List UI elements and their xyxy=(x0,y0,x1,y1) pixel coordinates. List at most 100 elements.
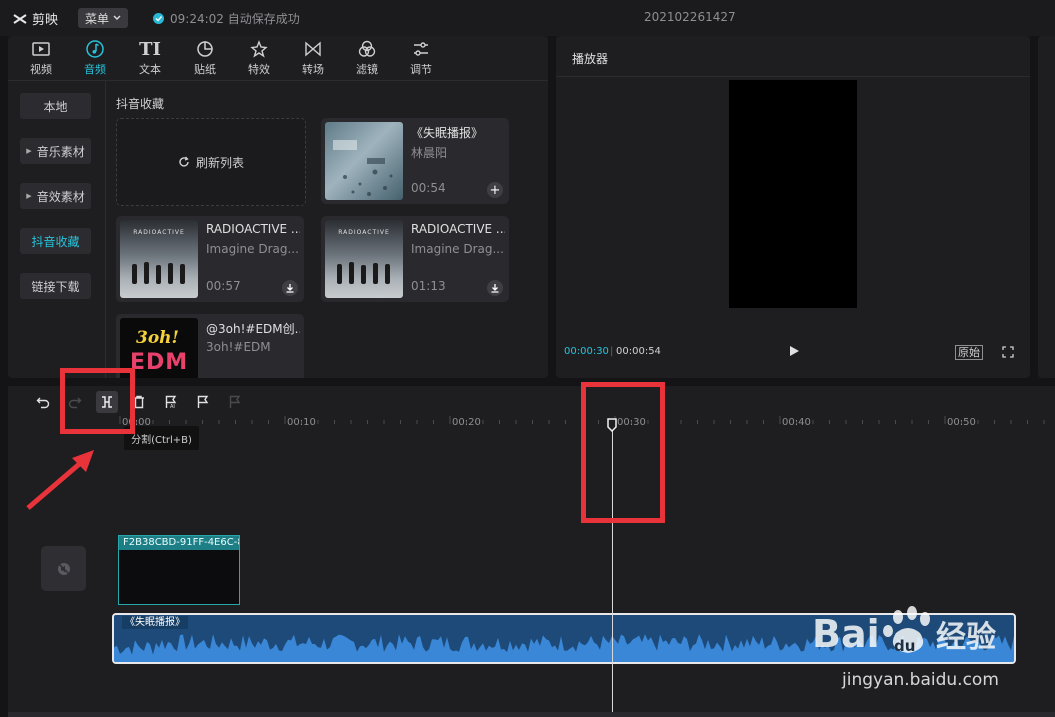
total-timecode: 00:00:54 xyxy=(616,346,661,357)
effects-star-icon xyxy=(250,40,268,58)
tab-text-label: 文本 xyxy=(139,63,161,76)
tab-video[interactable]: 视频 xyxy=(16,38,66,77)
tab-effects[interactable]: 特效 xyxy=(234,38,284,77)
video-preview[interactable] xyxy=(729,80,857,308)
tab-audio[interactable]: 音频 xyxy=(70,38,120,77)
track-title: @3oh!#EDM创... xyxy=(206,322,300,336)
media-tabs: 视频 音频 TI 文本 贴纸 特效 转场 滤镜 调节 xyxy=(8,36,548,81)
main-menu-button[interactable]: 菜单 xyxy=(78,8,128,28)
mute-icon xyxy=(57,562,70,575)
split-tooltip: 分割(Ctrl+B) xyxy=(124,426,199,450)
filter-icon xyxy=(358,40,376,57)
sidebar-item-label: 本地 xyxy=(43,99,68,114)
section-title: 抖音收藏 xyxy=(116,97,165,111)
refresh-icon xyxy=(179,156,189,167)
video-icon xyxy=(32,42,50,56)
play-icon[interactable] xyxy=(788,345,800,357)
download-icon[interactable] xyxy=(487,280,503,296)
tab-transition[interactable]: 转场 xyxy=(288,38,338,77)
track-title: RADIOACTIVE ... xyxy=(411,222,505,236)
sidebar-item-link-download[interactable]: 链接下载 xyxy=(20,273,91,299)
capcut-logo-icon xyxy=(13,13,27,24)
sticker-icon xyxy=(197,41,213,57)
svg-text:AI: AI xyxy=(170,404,175,409)
properties-panel xyxy=(1038,36,1055,378)
player-header xyxy=(556,36,1030,77)
annotation-box-split xyxy=(60,368,135,434)
undo-button[interactable] xyxy=(32,391,54,413)
annotation-arrow-icon xyxy=(26,450,94,510)
baidu-logo-icon: Bai du 经验 xyxy=(812,606,996,656)
timecode-separator: | xyxy=(610,346,614,357)
ruler-label: 00:20 xyxy=(452,417,481,428)
adjust-sliders-icon xyxy=(414,42,428,56)
audio-sidebar: 本地 ▶ 音乐素材 ▶ 音效素材 抖音收藏 链接下载 xyxy=(8,81,106,378)
sidebar-item-label: 音效素材 xyxy=(36,189,85,204)
ruler-label: 00:40 xyxy=(782,417,811,428)
ruler-label: 00:50 xyxy=(947,417,976,428)
album-cover: RADIOACTIVE xyxy=(120,220,198,298)
autosave-status: 09:24:02 自动保存成功 xyxy=(153,10,300,27)
ruler-label: 00:10 xyxy=(287,417,316,428)
player-panel: 播放器 00:00:30 | 00:00:54 原始 xyxy=(556,36,1030,378)
refresh-list-label: 刷新列表 xyxy=(195,155,244,170)
sidebar-item-douyin-favorites[interactable]: 抖音收藏 xyxy=(20,228,91,254)
sidebar-item-sound-effects[interactable]: ▶ 音效素材 xyxy=(20,183,91,209)
tab-adjust[interactable]: 调节 xyxy=(396,38,446,77)
sidebar-item-label: 链接下载 xyxy=(31,279,80,294)
tab-effects-label: 特效 xyxy=(248,63,270,76)
cover-text: 3oh! xyxy=(136,328,179,348)
timeline-scrollbar[interactable] xyxy=(8,712,1055,717)
add-icon[interactable]: + xyxy=(487,182,503,198)
audio-clip-label: 《失眠播报》 xyxy=(122,616,188,629)
caret-right-icon: ▶ xyxy=(26,192,32,200)
transition-icon xyxy=(305,41,321,57)
refresh-list-button[interactable]: 刷新列表 xyxy=(116,118,306,206)
player-title: 播放器 xyxy=(572,52,609,66)
track-artist: Imagine Drag... xyxy=(411,242,504,256)
download-icon[interactable] xyxy=(282,280,298,296)
tab-filter[interactable]: 滤镜 xyxy=(342,38,392,77)
track-card[interactable]: 3oh! EDM @3oh!#EDM创... 3oh!#EDM xyxy=(116,314,304,378)
flag-auto-icon: AI xyxy=(165,395,177,409)
track-artist: 林晨阳 xyxy=(411,146,448,160)
main-menu-label: 菜单 xyxy=(84,11,109,26)
track-card[interactable]: RADIOACTIVE RADIOACTIVE ... Imagine Drag… xyxy=(321,216,509,302)
track-duration: 01:13 xyxy=(411,279,446,293)
mute-track-button[interactable] xyxy=(41,546,86,591)
timeline-panel: AI 00:00 00:10 00:20 00:30 00:40 00:50 分… xyxy=(8,386,1055,717)
sidebar-item-local[interactable]: 本地 xyxy=(20,93,91,119)
sidebar-item-music[interactable]: ▶ 音乐素材 xyxy=(20,138,91,164)
watermark-brand-right: du xyxy=(894,637,915,655)
track-duration: 00:57 xyxy=(206,279,241,293)
tab-sticker-label: 贴纸 xyxy=(194,63,216,76)
track-title: 《失眠播报》 xyxy=(411,126,484,140)
autosave-text: 09:24:02 自动保存成功 xyxy=(170,12,300,26)
sidebar-item-label: 音乐素材 xyxy=(36,144,85,159)
track-card[interactable]: RADIOACTIVE RADIOACTIVE ... Imagine Drag… xyxy=(116,216,304,302)
baidu-watermark: Bai du 经验 xyxy=(812,603,1022,666)
album-cover xyxy=(325,122,403,200)
fullscreen-icon[interactable] xyxy=(1002,346,1014,358)
annotation-box-playhead xyxy=(581,382,665,523)
check-circle-icon xyxy=(153,13,164,24)
add-marker-button[interactable] xyxy=(192,391,214,413)
video-clip[interactable]: F2B38CBD-91FF-4E6C-8 xyxy=(118,535,240,605)
tab-sticker[interactable]: 贴纸 xyxy=(180,38,230,77)
track-artist: 3oh!#EDM xyxy=(206,340,271,354)
flag-icon xyxy=(197,395,209,408)
tab-video-label: 视频 xyxy=(30,63,52,76)
audio-note-icon xyxy=(86,40,104,58)
track-card[interactable]: 《失眠播报》 林晨阳 00:54 + xyxy=(321,118,509,204)
track-artist: Imagine Drag... xyxy=(206,242,299,256)
album-cover: RADIOACTIVE xyxy=(325,220,403,298)
aspect-ratio-button[interactable]: 原始 xyxy=(955,345,983,360)
tab-transition-label: 转场 xyxy=(302,63,324,76)
video-clip-label: F2B38CBD-91FF-4E6C-8 xyxy=(119,536,239,550)
auto-mark-button[interactable]: AI xyxy=(160,391,182,413)
caret-right-icon: ▶ xyxy=(26,147,32,155)
remove-marker-button[interactable] xyxy=(224,391,246,413)
chevron-down-icon xyxy=(113,15,121,20)
tab-filter-label: 滤镜 xyxy=(356,63,378,76)
tab-text[interactable]: TI 文本 xyxy=(125,38,175,77)
